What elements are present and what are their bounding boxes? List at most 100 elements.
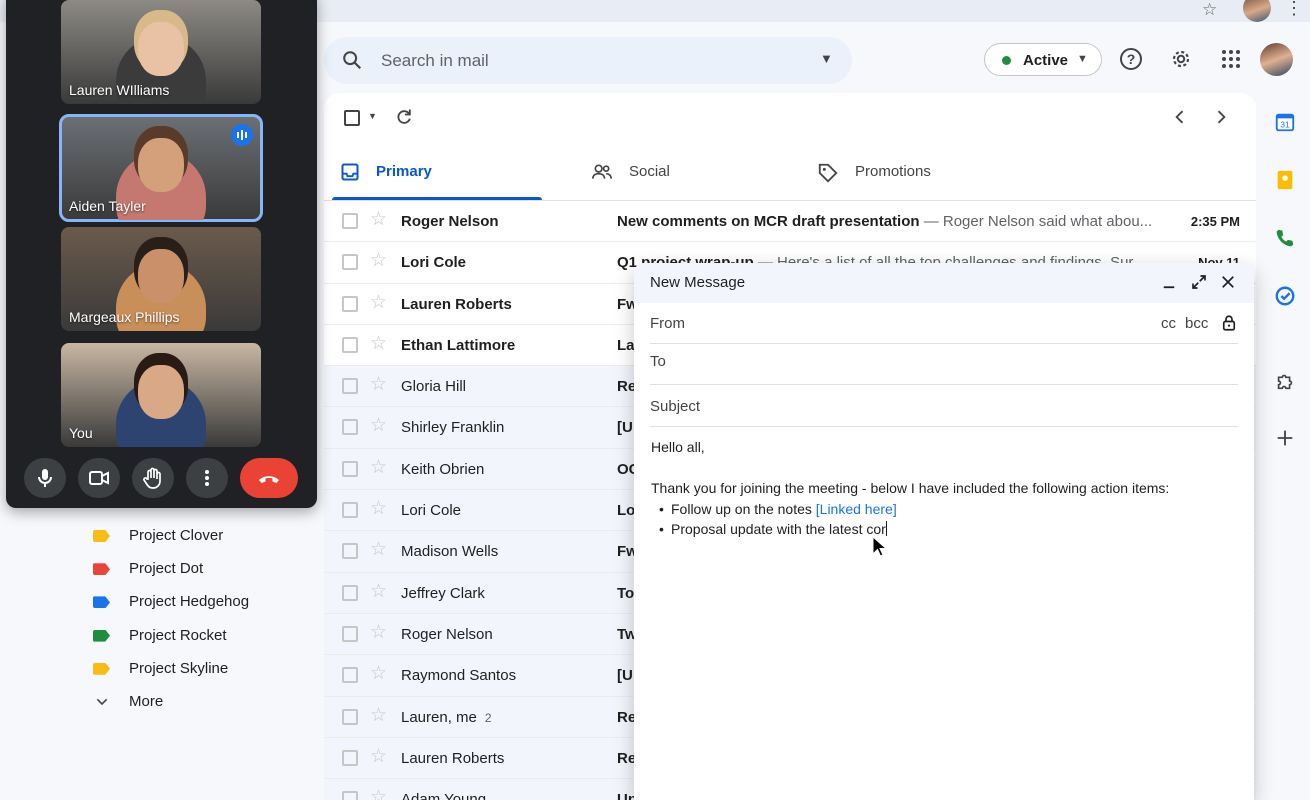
notes-link[interactable]: [Linked here] [816,501,897,517]
star-icon[interactable]: ☆ [370,375,387,394]
email-sender: Raymond Santos [401,667,517,685]
labels-more[interactable]: More [85,685,315,718]
tasks-icon[interactable] [1274,285,1296,307]
inbox-icon [341,163,359,181]
row-checkbox[interactable] [342,254,358,271]
bcc-button[interactable]: bcc [1185,315,1208,332]
select-options-chevron-icon[interactable]: ▼ [368,111,377,121]
row-checkbox[interactable] [342,791,358,800]
keep-icon[interactable] [1274,169,1296,191]
search-options-icon[interactable]: ▼ [820,51,833,66]
calendar-icon[interactable]: 31 [1274,111,1296,133]
subject-field[interactable]: Subject [650,385,1238,427]
tab-promotions[interactable]: Promotions [817,148,1017,200]
tab-social[interactable]: Social [591,148,791,200]
add-icon[interactable] [1274,427,1296,449]
label-item[interactable]: Project Clover [85,519,315,552]
row-checkbox[interactable] [342,667,358,684]
browser-menu-icon[interactable]: ⋮ [1285,0,1303,19]
cc-button[interactable]: cc [1161,315,1176,332]
row-checkbox[interactable] [342,419,358,436]
row-checkbox[interactable] [342,749,358,766]
star-icon[interactable]: ☆ [370,747,387,766]
apps-grid-icon[interactable] [1219,47,1243,71]
raise-hand-button[interactable] [132,458,174,498]
chevron-left-icon[interactable] [1170,107,1190,127]
email-sender: Jeffrey Clark [401,584,485,602]
add-ons-puzzle-icon[interactable] [1274,370,1296,392]
star-icon[interactable]: ☆ [370,334,387,353]
row-checkbox[interactable] [342,336,358,353]
star-icon[interactable]: ☆ [370,458,387,477]
star-icon[interactable]: ☆ [370,582,387,601]
participant-tile[interactable]: You [61,343,261,447]
to-field[interactable]: To [650,344,1238,385]
email-row[interactable]: ☆ Roger Nelson New comments on MCR draft p… [324,201,1256,243]
chevron-right-icon[interactable] [1211,107,1231,127]
row-checkbox[interactable] [342,213,358,229]
email-sender: Lori Cole [401,254,467,272]
star-icon[interactable]: ☆ [370,788,387,800]
minimize-icon[interactable] [1160,273,1178,291]
label-item[interactable]: Project Hedgehog [85,585,315,618]
select-all-checkbox[interactable] [344,110,360,126]
email-sender: Lauren Roberts [401,295,512,313]
participant-tile[interactable]: Margeaux Phillips [61,227,261,331]
star-icon[interactable]: ☆ [370,623,387,642]
voice-phone-icon[interactable] [1274,227,1296,249]
account-avatar[interactable] [1260,43,1293,76]
refresh-icon[interactable] [394,107,414,127]
microphone-button[interactable] [24,458,66,498]
status-selector[interactable]: Active ▼ [984,43,1102,76]
label-item[interactable]: Project Skyline [85,652,315,685]
star-icon[interactable]: ☆ [370,540,387,559]
star-icon[interactable]: ☆ [370,251,387,270]
row-checkbox[interactable] [342,502,358,519]
email-sender: Lauren, me 2 [401,708,492,726]
row-checkbox[interactable] [342,584,358,601]
participant-name: Margeaux Phillips [69,309,180,325]
label-name: Project Clover [129,527,224,544]
label-name: Project Rocket [129,626,227,644]
participant-tile[interactable]: Lauren WIlliams [61,0,261,104]
search-bar[interactable]: Search in mail ▼ [324,37,852,84]
label-tag-icon [93,530,110,542]
bookmark-star-icon[interactable]: ☆ [1202,0,1217,20]
star-icon[interactable]: ☆ [370,416,387,435]
bullet-2-text: Proposal update with the latest cor [671,521,886,537]
participant-name: Aiden Tayler [69,198,146,214]
body-bullet-2: • Proposal update with the latest cor [659,521,887,537]
participant-head [138,365,184,419]
row-checkbox[interactable] [342,295,358,312]
star-icon[interactable]: ☆ [370,706,387,725]
row-checkbox[interactable] [342,708,358,725]
search-icon[interactable] [341,49,363,71]
star-icon[interactable]: ☆ [370,499,387,518]
lock-icon[interactable] [1220,313,1238,333]
tab-primary[interactable]: Primary [340,148,540,200]
help-icon[interactable]: ? [1119,47,1143,71]
label-tag-icon [93,596,110,609]
compose-header[interactable]: New Message [634,263,1254,303]
row-checkbox[interactable] [342,625,358,642]
people-icon [592,164,612,179]
star-icon[interactable]: ☆ [370,210,387,229]
star-icon[interactable]: ☆ [370,293,387,312]
from-field[interactable]: From cc bcc [650,303,1238,344]
email-snippet: — Roger Nelson said what abou... [919,213,1153,230]
participant-tile[interactable]: Aiden Tayler [59,114,263,222]
close-icon[interactable] [1219,273,1237,291]
settings-gear-icon[interactable] [1169,47,1193,71]
more-options-button[interactable] [186,458,228,498]
search-input[interactable]: Search in mail [381,51,489,71]
camera-button[interactable] [78,458,120,498]
label-item[interactable]: Project Dot [85,552,315,585]
star-icon[interactable]: ☆ [370,664,387,683]
expand-icon[interactable] [1190,273,1208,291]
end-call-button[interactable] [240,458,298,498]
row-checkbox[interactable] [342,378,358,395]
row-checkbox[interactable] [342,460,358,477]
row-checkbox[interactable] [342,543,358,560]
label-item[interactable]: Project Rocket [85,619,315,652]
chevron-down-icon: ▼ [1077,53,1088,65]
